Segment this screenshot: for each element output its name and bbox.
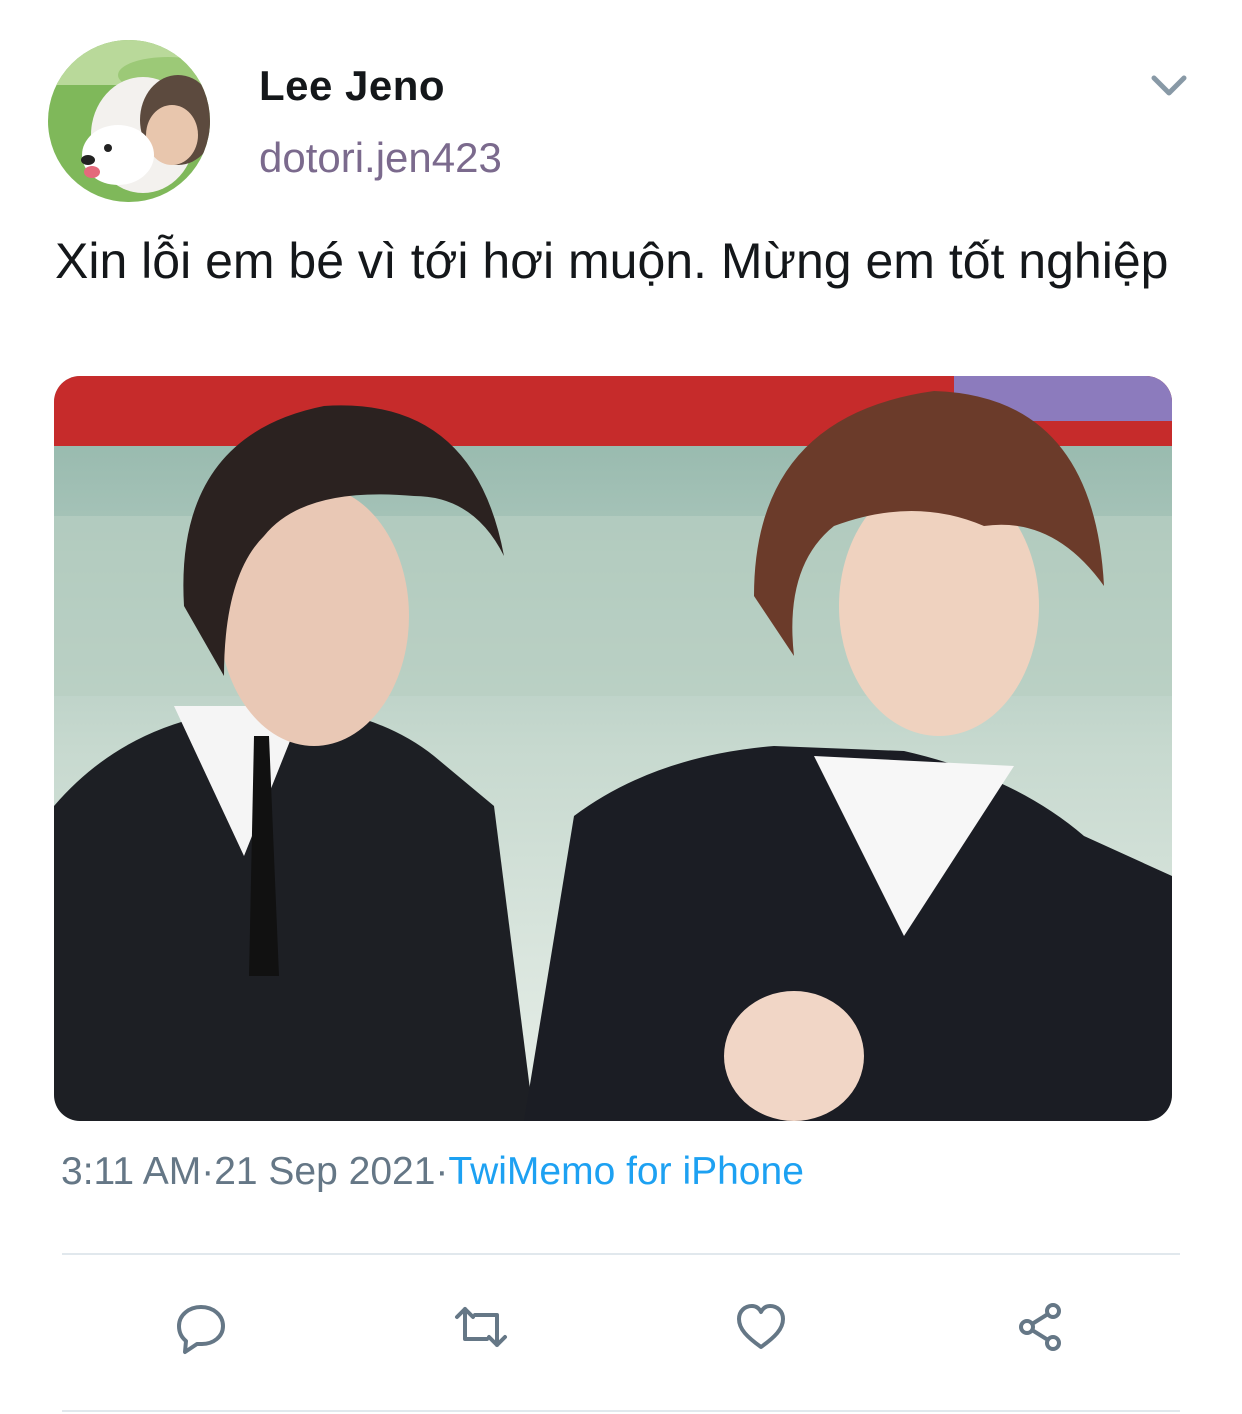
- chevron-down-icon[interactable]: [1146, 66, 1192, 106]
- tweet-photo[interactable]: [54, 376, 1172, 1121]
- tweet-source-link[interactable]: TwiMemo for iPhone: [448, 1150, 803, 1193]
- avatar-image: [48, 40, 210, 202]
- tweet-meta: 3:11 AM·21 Sep 2021·TwiMemo for iPhone: [61, 1150, 804, 1194]
- meta-separator: ·: [435, 1150, 449, 1193]
- divider: [62, 1253, 1180, 1255]
- like-icon: [737, 1304, 785, 1349]
- user-handle[interactable]: dotori.jen423: [259, 134, 502, 182]
- avatar[interactable]: [48, 40, 210, 202]
- share-button[interactable]: [1011, 1297, 1071, 1357]
- tweet-date: 21 Sep 2021: [214, 1150, 436, 1193]
- retweet-button[interactable]: [451, 1297, 511, 1357]
- reply-icon: [177, 1305, 225, 1354]
- retweet-icon: [455, 1307, 507, 1347]
- share-icon: [1019, 1303, 1061, 1351]
- meta-separator: ·: [201, 1150, 215, 1193]
- display-name[interactable]: Lee Jeno: [259, 62, 445, 110]
- like-button[interactable]: [731, 1297, 791, 1357]
- divider: [62, 1410, 1180, 1412]
- photo-illustration: [54, 376, 1172, 1121]
- tweet-time: 3:11 AM: [61, 1150, 202, 1193]
- tweet-text: Xin lỗi em bé vì tới hơi muộn. Mừng em t…: [55, 233, 1169, 289]
- reply-button[interactable]: [171, 1297, 231, 1357]
